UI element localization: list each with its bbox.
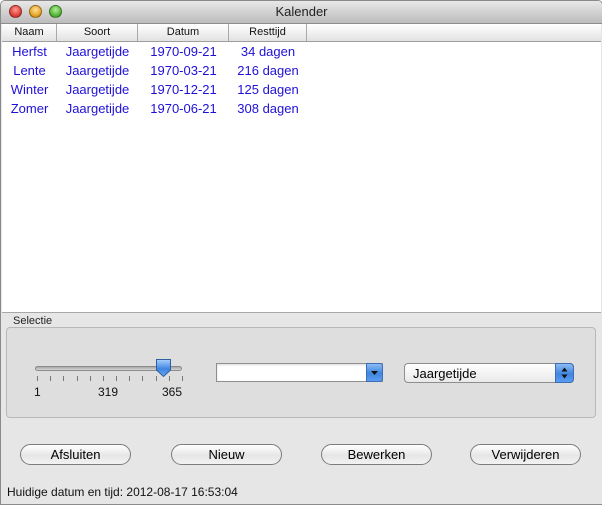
cell-datum: 1970-03-21	[150, 63, 217, 78]
cell-datum: 1970-06-21	[150, 101, 217, 116]
slider-value-label: 319	[98, 385, 119, 399]
cell-resttijd: 216 dagen	[237, 63, 299, 78]
day-slider-ticks	[37, 376, 183, 382]
table-row[interactable]: Winter Jaargetijde 1970-12-21 125 dagen	[2, 80, 601, 99]
name-combo-box[interactable]	[216, 363, 383, 382]
selection-group-label: Selectie	[13, 315, 53, 327]
quit-button[interactable]: Afsluiten	[20, 444, 131, 465]
column-header-naam[interactable]: Naam	[2, 24, 57, 41]
type-popup-value: Jaargetijde	[413, 366, 477, 381]
day-slider-thumb[interactable]	[155, 358, 172, 378]
up-down-arrows-icon	[561, 367, 568, 379]
cell-naam: Lente	[13, 63, 46, 78]
combo-dropdown-button[interactable]	[366, 363, 383, 382]
title-bar[interactable]: Kalender	[1, 1, 602, 24]
table-row[interactable]: Lente Jaargetijde 1970-03-21 216 dagen	[2, 61, 601, 80]
slider-tick	[182, 376, 183, 381]
column-header-resttijd[interactable]: Resttijd	[229, 24, 307, 41]
cell-soort: Jaargetijde	[65, 82, 130, 97]
table-header: Naam Soort Datum Resttijd	[2, 24, 601, 42]
cell-naam: Herfst	[12, 44, 47, 59]
slider-tick	[76, 376, 78, 381]
cell-resttijd: 125 dagen	[237, 82, 299, 97]
slider-tick	[129, 376, 131, 381]
popup-arrows	[555, 363, 574, 383]
cell-resttijd: 34 dagen	[240, 44, 296, 59]
status-bar-text: Huidige datum en tijd: 2012-08-17 16:53:…	[7, 485, 238, 499]
window-title: Kalender	[275, 4, 328, 19]
edit-button[interactable]: Bewerken	[321, 444, 432, 465]
column-header-soort[interactable]: Soort	[57, 24, 138, 41]
cell-soort: Jaargetijde	[65, 44, 130, 59]
calendar-window: Kalender Naam Soort Datum Resttijd Herfs…	[0, 0, 602, 505]
slider-tick	[37, 376, 38, 381]
cell-resttijd: 308 dagen	[237, 101, 299, 116]
cell-naam: Winter	[10, 82, 49, 97]
slider-tick	[63, 376, 65, 381]
new-button[interactable]: Nieuw	[171, 444, 282, 465]
table-body: Herfst Jaargetijde 1970-09-21 34 dagen L…	[2, 42, 601, 118]
column-header-datum[interactable]: Datum	[138, 24, 229, 41]
selection-group: 1 319 365 Jaargetijde	[6, 327, 596, 418]
slider-tick	[50, 376, 52, 381]
chevron-down-icon	[371, 371, 378, 375]
slider-tick	[89, 376, 91, 381]
cell-soort: Jaargetijde	[65, 101, 130, 116]
delete-button[interactable]: Verwijderen	[470, 444, 581, 465]
cell-datum: 1970-09-21	[150, 44, 217, 59]
table-row[interactable]: Zomer Jaargetijde 1970-06-21 308 dagen	[2, 99, 601, 118]
slider-tick	[168, 376, 170, 381]
slider-tick	[116, 376, 118, 381]
calendar-table[interactable]: Naam Soort Datum Resttijd Herfst Jaarget…	[2, 24, 601, 313]
slider-min-label: 1	[34, 385, 41, 399]
cell-naam: Zomer	[10, 101, 49, 116]
slider-tick	[155, 376, 157, 381]
cell-soort: Jaargetijde	[65, 63, 130, 78]
slider-tick	[102, 376, 104, 381]
cell-datum: 1970-12-21	[150, 82, 217, 97]
table-row[interactable]: Herfst Jaargetijde 1970-09-21 34 dagen	[2, 42, 601, 61]
slider-tick	[142, 376, 144, 381]
slider-max-label: 365	[162, 385, 183, 399]
type-popup-button[interactable]: Jaargetijde	[404, 363, 574, 383]
